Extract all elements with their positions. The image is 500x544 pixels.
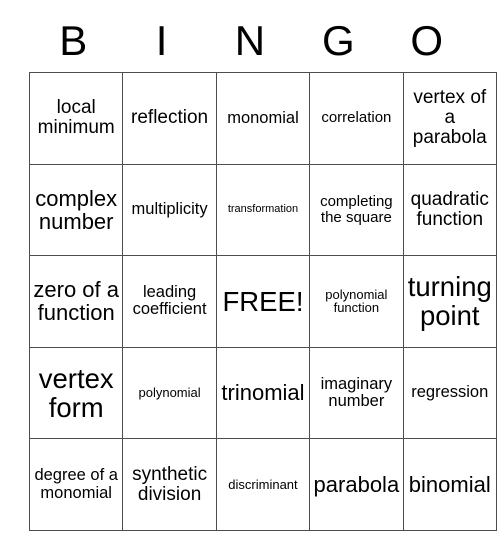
bingo-cell[interactable]: binomial (402, 438, 497, 531)
bingo-cell[interactable]: trinomial (215, 346, 311, 440)
bingo-header-letter-n: N (234, 17, 266, 64)
bingo-cell[interactable]: leading coefficient (122, 255, 217, 348)
bingo-cell[interactable]: completing the square (309, 163, 404, 257)
bingo-cell-label: complex number (35, 185, 118, 234)
bingo-free-space-label: FREE! (222, 285, 304, 317)
bingo-row: degree of a monomial synthetic division … (28, 438, 497, 531)
bingo-cell-label: parabola (313, 472, 400, 498)
bingo-cell-label: vertex of a parabola (412, 87, 487, 149)
bingo-cell[interactable]: quadratic function (402, 163, 497, 257)
bingo-header-letter-o: O (410, 17, 444, 64)
bingo-cell[interactable]: vertex of a parabola (402, 72, 497, 165)
bingo-row: zero of a function leading coefficient F… (28, 255, 497, 348)
bingo-row: vertex form polynomial trinomial imagina… (28, 346, 497, 440)
bingo-cell-label: leading coefficient (132, 283, 207, 319)
bingo-cell-label: local minimum (37, 97, 115, 139)
bingo-cell-free[interactable]: FREE! (215, 255, 311, 348)
bingo-header: B I N G O (29, 10, 471, 72)
bingo-cell-label: multiplicity (131, 200, 208, 219)
bingo-cell[interactable]: monomial (215, 72, 311, 165)
bingo-header-letter-b: B (59, 17, 88, 64)
bingo-cell[interactable]: turning point (402, 255, 497, 348)
bingo-cell-label: regression (411, 383, 489, 402)
bingo-cell-label: vertex form (38, 362, 114, 424)
bingo-cell-label: monomial (227, 108, 299, 127)
bingo-cell-label: transformation (227, 203, 299, 216)
bingo-cell[interactable]: polynomial function (309, 255, 404, 348)
bingo-cell-label: binomial (408, 472, 491, 498)
bingo-cell-label: zero of a function (33, 277, 119, 326)
bingo-cell-label: imaginary number (320, 374, 393, 411)
bingo-cell-label: reflection (131, 107, 209, 129)
bingo-cell-label: discriminant (228, 476, 298, 492)
bingo-cell[interactable]: degree of a monomial (28, 438, 124, 531)
bingo-cell[interactable]: synthetic division (122, 438, 217, 531)
bingo-cell-label: synthetic division (132, 463, 208, 505)
bingo-cell[interactable]: multiplicity (122, 163, 217, 257)
bingo-cell[interactable]: complex number (28, 163, 124, 257)
bingo-cell-label: correlation (321, 109, 392, 127)
bingo-cell-label: quadratic function (410, 188, 489, 230)
bingo-cell[interactable]: reflection (122, 72, 217, 165)
bingo-cell-label: polynomial function (325, 286, 388, 316)
bingo-card: B I N G O local minimum reflection monom… (28, 10, 497, 531)
bingo-cell-label: turning point (407, 271, 492, 332)
bingo-cell[interactable]: parabola (309, 438, 404, 531)
bingo-header-letter-g: G (322, 17, 355, 64)
bingo-cell[interactable]: transformation (215, 163, 311, 257)
bingo-cell[interactable]: polynomial (122, 346, 217, 440)
bingo-row: local minimum reflection monomial correl… (28, 72, 497, 165)
bingo-header-letter-i: I (155, 17, 168, 64)
bingo-cell[interactable]: correlation (309, 72, 404, 165)
bingo-cell-label: polynomial (138, 385, 201, 401)
bingo-row: complex number multiplicity transformati… (28, 163, 497, 257)
bingo-cell[interactable]: zero of a function (28, 255, 124, 348)
bingo-cell[interactable]: regression (402, 346, 497, 440)
bingo-cell-label: trinomial (221, 380, 305, 406)
bingo-cell-label: completing the square (320, 193, 393, 226)
bingo-grid: local minimum reflection monomial correl… (28, 72, 497, 531)
bingo-cell[interactable]: local minimum (28, 72, 124, 165)
bingo-cell[interactable]: vertex form (28, 346, 124, 440)
bingo-cell[interactable]: discriminant (215, 438, 311, 531)
bingo-cell[interactable]: imaginary number (309, 346, 404, 440)
bingo-cell-label: degree of a monomial (34, 466, 118, 502)
